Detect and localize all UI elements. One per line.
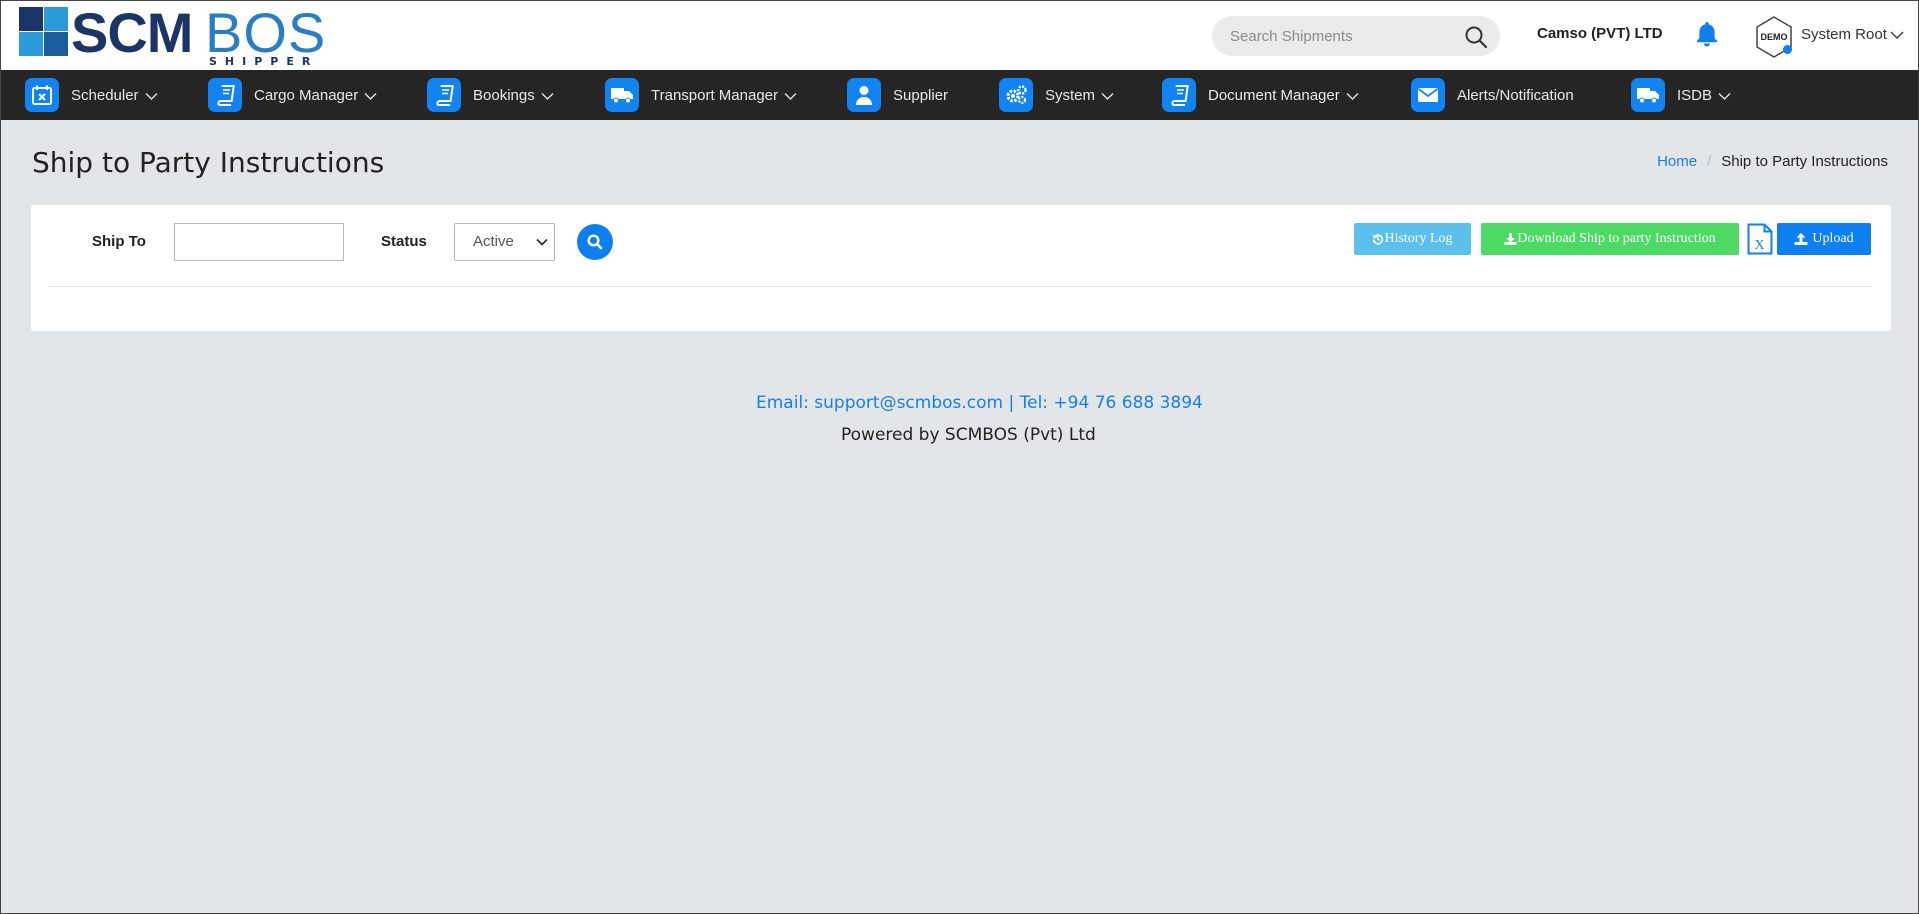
logo-text-main: SCM <box>71 1 193 64</box>
book-icon <box>427 78 461 112</box>
download-instruction-button[interactable]: Download Ship to party Instruction <box>1481 223 1739 255</box>
chevron-down-icon <box>364 92 377 101</box>
ship-to-input[interactable] <box>174 223 344 261</box>
breadcrumb-home-link[interactable]: Home <box>1657 153 1697 170</box>
logo-square <box>44 7 68 31</box>
download-icon <box>1504 233 1517 245</box>
contact-info[interactable]: Email: support@scmbos.com | Tel: +94 76 … <box>756 393 1203 413</box>
gears-icon <box>999 78 1033 112</box>
nav-item-scheduler[interactable]: Scheduler <box>25 70 158 120</box>
excel-file-icon[interactable]: X <box>1747 223 1773 255</box>
online-status-dot <box>1783 45 1792 54</box>
top-header: SCM BOS SHIPPER Camso (PVT) LTD DEMO Sys… <box>1 1 1918 70</box>
history-log-label: History Log <box>1384 231 1453 246</box>
book-icon <box>208 78 242 112</box>
filter-card: Ship To Status Active History Log Downlo… <box>31 205 1891 331</box>
main-nav: Scheduler Cargo Manager Bookings Transpo… <box>1 70 1918 120</box>
chevron-down-icon <box>536 238 548 246</box>
nav-item-system[interactable]: System <box>999 70 1114 120</box>
truck-icon <box>1631 78 1665 112</box>
search-icon[interactable] <box>1464 25 1488 49</box>
chevron-down-icon <box>541 92 554 101</box>
truck-icon <box>605 78 639 112</box>
logo-square <box>19 7 43 31</box>
envelope-icon <box>1411 78 1445 112</box>
chevron-down-icon <box>1101 92 1114 101</box>
nav-item-document-manager[interactable]: Document Manager <box>1162 70 1359 120</box>
calendar-icon <box>25 78 59 112</box>
bell-icon[interactable] <box>1694 20 1720 48</box>
breadcrumb-current: Ship to Party Instructions <box>1721 153 1888 170</box>
status-selected-value: Active <box>473 233 514 250</box>
nav-item-bookings[interactable]: Bookings <box>427 70 554 120</box>
chevron-down-icon <box>1718 92 1731 101</box>
chevron-down-icon <box>145 92 158 101</box>
svg-text:X: X <box>1754 238 1764 253</box>
nav-item-alerts-notification[interactable]: Alerts/Notification <box>1411 70 1574 120</box>
logo-square <box>44 32 68 56</box>
nav-label: Document Manager <box>1208 86 1340 104</box>
shipment-search <box>1212 16 1500 56</box>
nav-label: Scheduler <box>71 86 139 104</box>
status-label: Status <box>381 233 427 250</box>
download-instruction-label: Download Ship to party Instruction <box>1517 231 1716 246</box>
search-button[interactable] <box>577 224 613 260</box>
nav-label: Cargo Manager <box>254 86 359 104</box>
book-icon <box>1162 78 1196 112</box>
search-input[interactable] <box>1230 25 1450 47</box>
search-icon <box>587 234 603 250</box>
divider <box>49 286 1871 287</box>
history-icon <box>1372 234 1384 245</box>
upload-icon <box>1794 233 1808 245</box>
upload-label: Upload <box>1812 231 1854 246</box>
avatar-label: DEMO <box>1761 32 1788 42</box>
nav-item-transport-manager[interactable]: Transport Manager <box>605 70 797 120</box>
chevron-down-icon[interactable] <box>1890 30 1904 40</box>
history-log-button[interactable]: History Log <box>1354 223 1471 255</box>
page-title: Ship to Party Instructions <box>32 146 385 179</box>
upload-button[interactable]: Upload <box>1777 223 1871 255</box>
scmbos-logo[interactable]: SCM BOS SHIPPER <box>19 3 325 69</box>
nav-label: Alerts/Notification <box>1457 86 1574 104</box>
logo-subtitle: SHIPPER <box>209 55 319 68</box>
chevron-down-icon <box>784 92 797 101</box>
nav-label: System <box>1045 86 1096 104</box>
breadcrumb: Home / Ship to Party Instructions <box>1657 153 1888 170</box>
status-select[interactable]: Active <box>454 223 555 261</box>
powered-by: Powered by SCMBOS (Pvt) Ltd <box>841 425 1096 445</box>
nav-label: Bookings <box>473 86 535 104</box>
breadcrumb-separator: / <box>1707 153 1712 170</box>
chevron-down-icon <box>1346 92 1359 101</box>
nav-item-isdb[interactable]: ISDB <box>1631 70 1731 120</box>
nav-item-supplier[interactable]: Supplier <box>847 70 948 120</box>
logo-square <box>19 32 43 56</box>
nav-item-cargo-manager[interactable]: Cargo Manager <box>208 70 377 120</box>
ship-to-label: Ship To <box>92 233 146 250</box>
user-icon <box>847 78 881 112</box>
user-menu[interactable]: System Root <box>1801 26 1887 43</box>
nav-label: Supplier <box>893 86 949 104</box>
company-name: Camso (PVT) LTD <box>1537 25 1663 42</box>
nav-label: Transport Manager <box>651 86 779 104</box>
nav-label: ISDB <box>1677 86 1713 104</box>
logo-text-accent: BOS <box>205 1 327 64</box>
